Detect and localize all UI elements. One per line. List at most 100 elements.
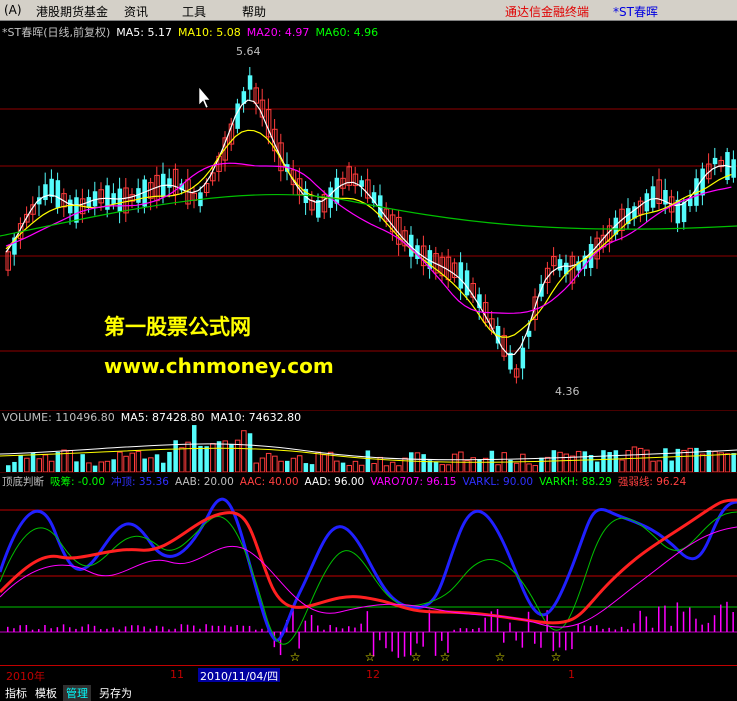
volume-bar (371, 463, 377, 472)
histogram-bar-positive (620, 626, 623, 632)
histogram-bar-positive (323, 629, 325, 632)
volume-bar (296, 455, 303, 472)
candle-body (49, 178, 54, 197)
histogram-bar-positive (664, 605, 666, 632)
menu-item-news[interactable]: 资讯 (124, 3, 148, 20)
histogram-bar-positive (329, 624, 331, 632)
varo707-line (0, 526, 737, 628)
axis-label-dec: 12 (366, 668, 380, 681)
volume-bar (681, 449, 687, 472)
price-chart-panel[interactable]: *ST春晖(日线,前复权) MA5: 5.17 MA10: 5.08 MA20: 4.… (0, 21, 737, 410)
volume-bar (222, 440, 228, 472)
histogram-bar-positive (720, 604, 722, 632)
histogram-bar-positive (732, 612, 734, 632)
volume-bar (42, 454, 49, 472)
volume-bar (18, 454, 23, 472)
histogram-bar-positive (341, 628, 344, 632)
candle-body (334, 177, 340, 204)
histogram-bar-positive (496, 609, 499, 632)
volume-bar (55, 451, 61, 472)
histogram-bar-positive (366, 611, 369, 632)
volume-panel[interactable]: VOLUME: 110496.80 MA5: 87428.80 MA10: 7463… (0, 410, 737, 472)
histogram-bar-positive (261, 628, 263, 632)
histogram-bar-negative (540, 632, 542, 648)
ind-qiangruo: 强弱线: 96.24 (617, 476, 687, 488)
histogram-bar-positive (180, 624, 183, 632)
candle-body (117, 188, 123, 212)
histogram-bar-positive (62, 624, 65, 632)
histogram-bar-positive (509, 622, 511, 632)
volume-bar (489, 450, 495, 472)
histogram-bar-negative (558, 632, 561, 648)
histogram-bar-positive (726, 601, 728, 632)
histogram-bar-positive (7, 626, 9, 632)
menu-item-tools[interactable]: 工具 (182, 3, 206, 20)
volume-bar (582, 451, 588, 472)
volume-bar (631, 446, 638, 472)
histogram-bar-positive (143, 626, 145, 632)
signal-star-icon: ☆ (411, 650, 422, 664)
ma10-label: MA10: 5.08 (178, 26, 241, 39)
indicator-panel[interactable]: ☆ ☆ ☆ ☆ ☆ ☆ 顶底判断 吸筹: -0.00 冲顶: 35.36 AAB: 20.00 A… (0, 472, 737, 664)
ind-chongding: 冲顶: 35.36 (111, 476, 169, 488)
histogram-bar-positive (627, 629, 629, 632)
histogram-bar-positive (689, 607, 691, 632)
volume-bar (265, 452, 272, 472)
stock-name: *ST春晖 (613, 5, 658, 19)
volume-bar (272, 455, 278, 472)
tab-template[interactable]: 模板 (32, 685, 60, 701)
volume-bar (334, 460, 340, 472)
volume-ma10: MA10: 74632.80 (210, 411, 302, 424)
tab-save-as[interactable]: 另存为 (96, 685, 135, 701)
histogram-bar-positive (199, 628, 201, 632)
signal-star-icon: ☆ (440, 650, 451, 664)
menu-item-a[interactable]: (A) (4, 3, 22, 17)
low-price-label: 4.36 (555, 385, 580, 398)
ind-aad: AAD: 96.00 (304, 476, 365, 488)
volume-bar (204, 446, 209, 472)
volume-legend: VOLUME: 110496.80 MA5: 87428.80 MA10: 7463… (2, 411, 307, 424)
histogram-bar-positive (472, 629, 474, 632)
histogram-bar-positive (31, 629, 34, 632)
histogram-bar-positive (676, 602, 679, 632)
indicator-chart: ☆ ☆ ☆ ☆ ☆ ☆ (0, 472, 737, 664)
volume-bar (520, 453, 526, 472)
volume-bar (451, 453, 458, 472)
histogram-bar-positive (645, 616, 648, 632)
volume-bar (601, 450, 606, 472)
histogram-bar-positive (596, 625, 598, 632)
tab-manage[interactable]: 管理 (63, 685, 91, 701)
candle-body (247, 75, 253, 90)
histogram-bar-positive (100, 629, 102, 632)
volume-bar (142, 458, 147, 472)
volume-bar (607, 452, 612, 472)
brand-title: 通达信金融终端 (505, 5, 590, 19)
candle-body (557, 259, 563, 271)
histogram-bar-positive (348, 626, 350, 632)
histogram-bar-positive (639, 610, 641, 632)
histogram-bar-negative (298, 632, 300, 649)
volume-bar (253, 462, 259, 472)
volume-bar (6, 465, 11, 472)
histogram-bar-negative (515, 632, 517, 641)
histogram-bar-negative (503, 632, 505, 643)
histogram-bar-positive (193, 625, 195, 632)
ma5-label: MA5: 5.17 (116, 26, 172, 39)
volume-bar (259, 457, 266, 472)
tab-indicator[interactable]: 指标 (2, 685, 30, 701)
menu-item-help[interactable]: 帮助 (242, 3, 266, 20)
volume-bar (495, 464, 501, 472)
volume-bar (445, 464, 452, 472)
ma20-label: MA20: 4.97 (246, 26, 310, 39)
volume-bar (663, 448, 668, 472)
histogram-bar-positive (602, 628, 604, 632)
volume-bar (575, 450, 582, 472)
menu-item-hk-futures[interactable]: 港股期货基金 (36, 3, 108, 20)
volume-bar (285, 460, 290, 472)
volume-bar (477, 459, 482, 472)
histogram-bar-negative (552, 632, 555, 652)
histogram-bar-negative (521, 632, 524, 648)
histogram-bar-positive (44, 624, 46, 632)
histogram-bar-positive (670, 625, 672, 632)
volume-bar (414, 452, 421, 472)
